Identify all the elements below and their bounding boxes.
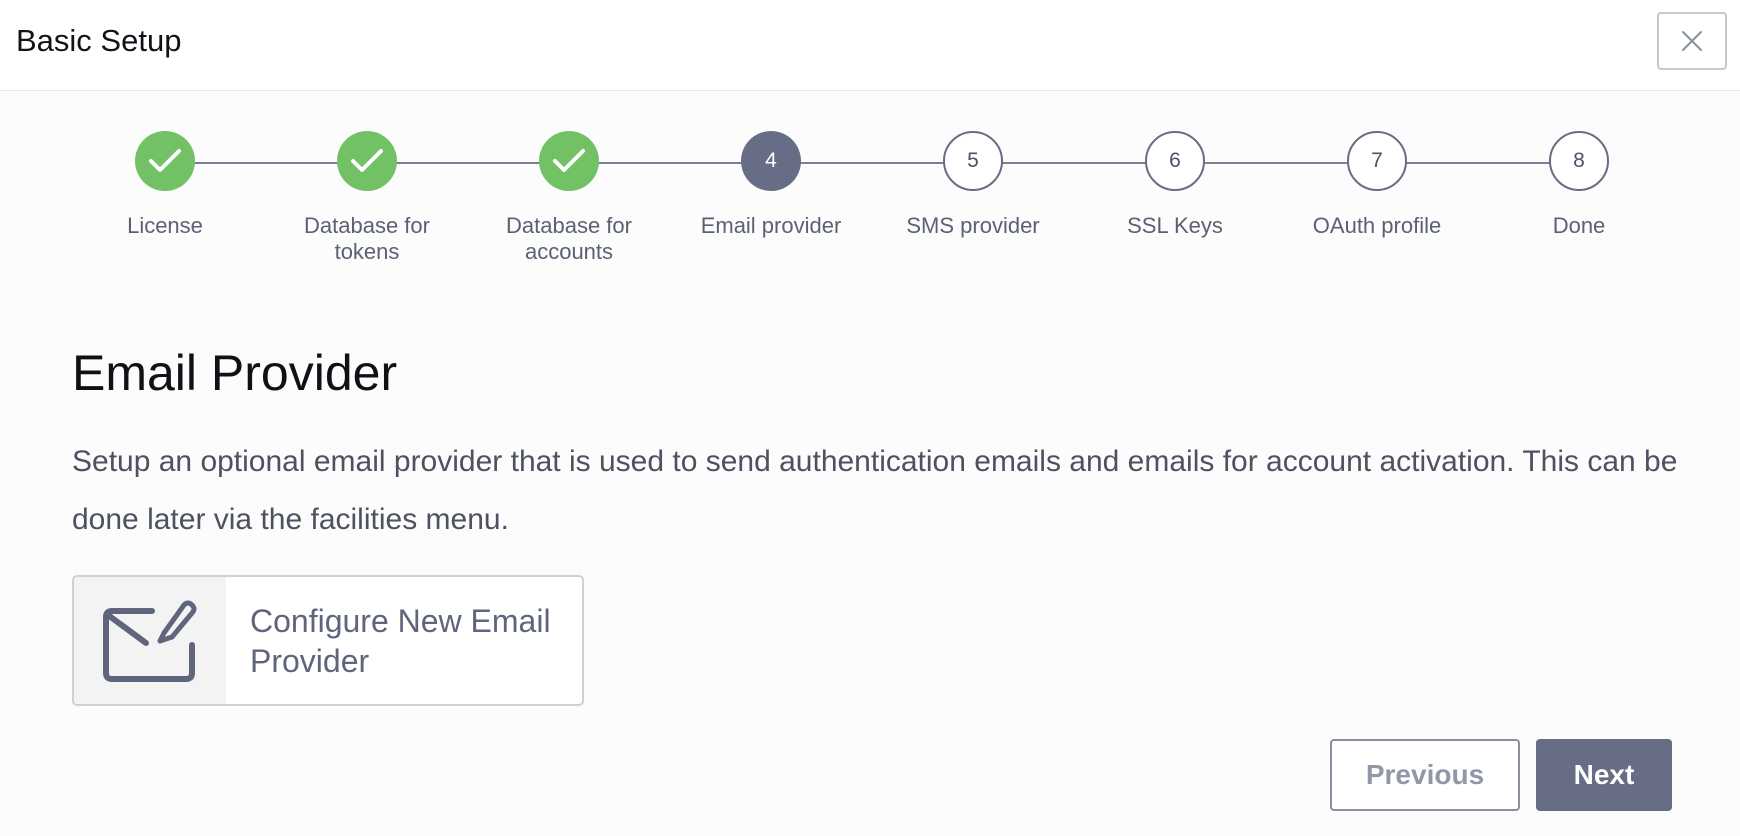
step-database-accounts[interactable]: Database for accounts (469, 131, 669, 265)
step-circle: 4 (741, 131, 801, 191)
step-ssl-keys[interactable]: 6 SSL Keys (1075, 131, 1275, 239)
step-label: SMS provider (906, 213, 1040, 238)
checkmark-icon (553, 149, 585, 172)
step-label: OAuth profile (1312, 213, 1442, 238)
step-label: License (127, 213, 203, 238)
email-edit-icon (103, 600, 197, 682)
dialog-content: License Database for tokens Database for… (0, 91, 1740, 836)
step-database-tokens[interactable]: Database for tokens (267, 131, 467, 265)
step-license[interactable]: License (65, 131, 265, 239)
dialog-title: Basic Setup (16, 23, 182, 58)
close-button[interactable] (1657, 12, 1727, 70)
step-circle (135, 131, 195, 191)
close-icon (1682, 31, 1702, 51)
step-circle (337, 131, 397, 191)
step-label: Email provider (700, 213, 842, 238)
page-title: Email Provider (72, 345, 398, 401)
step-label: Database for accounts (506, 213, 632, 264)
step-circle: 7 (1347, 131, 1407, 191)
previous-button[interactable]: Previous (1330, 739, 1520, 811)
next-button[interactable]: Next (1536, 739, 1672, 811)
configure-card-label: Configure New Email Provider (250, 602, 551, 679)
dialog-header: Basic Setup (0, 0, 1740, 91)
step-email-provider[interactable]: 4 Email provider (671, 131, 871, 239)
step-circle (539, 131, 599, 191)
step-label: Database for tokens (304, 213, 430, 264)
step-circle: 5 (943, 131, 1003, 191)
card-icon-container (74, 577, 226, 704)
step-circle: 6 (1145, 131, 1205, 191)
step-circle: 8 (1549, 131, 1609, 191)
checkmark-icon (149, 149, 181, 172)
checkmark-icon (351, 149, 383, 172)
page-description: Setup an optional email provider that is… (72, 445, 1678, 536)
configure-email-provider-button[interactable]: Configure New Email Provider (72, 575, 584, 706)
step-label: Done (1552, 213, 1606, 238)
step-oauth-profile[interactable]: 7 OAuth profile (1277, 131, 1477, 239)
step-done[interactable]: 8 Done (1479, 131, 1679, 239)
setup-stepper: License Database for tokens Database for… (0, 91, 1740, 291)
step-label: SSL Keys (1127, 213, 1223, 238)
step-sms-provider[interactable]: 5 SMS provider (873, 131, 1073, 239)
